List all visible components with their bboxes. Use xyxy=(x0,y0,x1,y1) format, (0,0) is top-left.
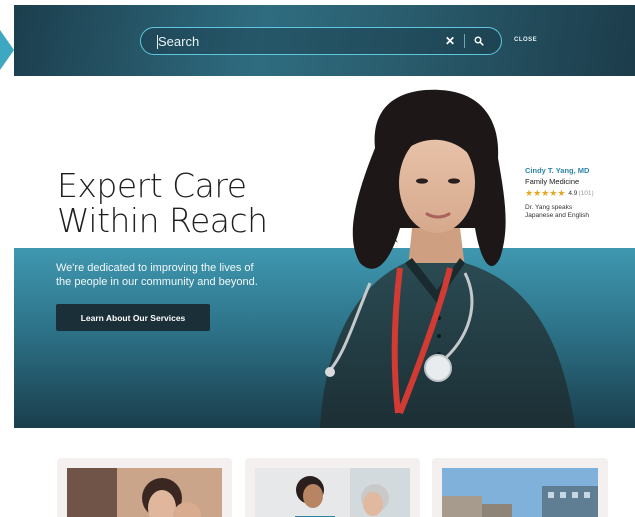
doctor-specialty: Family Medicine xyxy=(525,177,580,186)
service-card-family[interactable] xyxy=(57,458,232,517)
close-icon[interactable]: ✕ xyxy=(442,33,458,49)
star-icon: ★ xyxy=(549,188,558,198)
close-search-link[interactable]: CLOSE xyxy=(514,37,537,43)
hero-subtitle-line-2: the people in our community and beyond. xyxy=(56,276,258,288)
doctor-portrait xyxy=(320,89,575,428)
learn-services-button[interactable]: Learn About Our Services xyxy=(56,304,210,331)
mother-and-child-photo xyxy=(67,468,222,517)
page: ✕ CLOSE xyxy=(0,0,635,517)
doctor-with-patient-photo xyxy=(255,468,410,517)
hospital-building-photo xyxy=(442,468,598,517)
search-field[interactable]: ✕ xyxy=(140,27,502,55)
star-icon: ★ xyxy=(533,188,542,198)
star-icon: ★ xyxy=(541,188,550,198)
search-icon[interactable] xyxy=(471,33,487,49)
hero-title-line-1: Expert Care xyxy=(57,166,247,205)
doctor-name[interactable]: Cindy T. Yang, MD xyxy=(525,166,615,175)
text-caret xyxy=(157,35,158,49)
rating-count: (101) xyxy=(578,189,594,197)
rating-value: 4.9 xyxy=(568,189,578,197)
star-rating: ★ ★ ★ ★ ★ xyxy=(525,188,565,198)
search-header: ✕ CLOSE xyxy=(14,5,635,76)
left-margin xyxy=(0,0,14,517)
hero-subtitle-line-1: We're dedicated to improving the lives o… xyxy=(56,262,254,274)
star-icon: ★ xyxy=(557,188,566,198)
hero-title: Expert Care Within Reach xyxy=(57,168,268,238)
doctor-languages-line-2: Japanese and English xyxy=(525,212,589,219)
star-icon: ★ xyxy=(525,188,534,198)
service-card-care[interactable] xyxy=(245,458,420,517)
hero-subtitle: We're dedicated to improving the lives o… xyxy=(56,261,296,289)
doctor-rating: ★ ★ ★ ★ ★ 4.9 (101) xyxy=(525,188,615,198)
side-arrow-icon[interactable] xyxy=(0,30,14,70)
search-divider xyxy=(464,34,465,48)
doctor-languages: Dr. Yang speaks Japanese and English xyxy=(525,204,605,220)
search-input[interactable] xyxy=(141,28,442,54)
service-card-locations[interactable] xyxy=(432,458,608,517)
doctor-languages-line-1: Dr. Yang speaks xyxy=(525,204,573,211)
hero-title-line-2: Within Reach xyxy=(57,201,268,240)
doctor-info: Cindy T. Yang, MD Family Medicine ★ ★ ★ … xyxy=(525,166,615,220)
